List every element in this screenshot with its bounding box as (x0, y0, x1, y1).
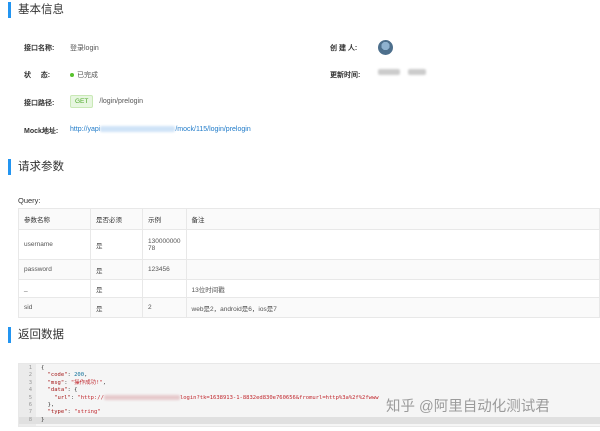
table-row: password 是 123456 (18, 259, 600, 280)
line-number: 2 (28, 372, 32, 379)
code-line: 8 } (19, 416, 600, 425)
code-line: 1 { (19, 365, 600, 372)
section-title-basic-info: 基本信息 (8, 2, 64, 18)
json-number: 200 (74, 372, 85, 379)
status-dot-icon (70, 73, 74, 78)
table-header-row: 参数名称 是否必须 示例 备注 (18, 208, 600, 230)
json-key: "url" (54, 394, 71, 401)
param-note: web是2，android是6，ios是7 (185, 297, 600, 318)
json-string: "http:// (77, 394, 104, 401)
line-number: 5 (28, 394, 32, 401)
blurred-time (407, 69, 426, 76)
code-text: } (41, 416, 45, 423)
code-line: 3 "msg": "操作成功!", (19, 380, 600, 387)
param-note (185, 229, 600, 260)
creator-label: 创 建 人: (330, 45, 358, 52)
code-text: "data": { (41, 387, 78, 394)
code-line: 2 "code": 200, (19, 372, 600, 379)
param-required: 是 (90, 279, 143, 298)
section-title-response-data: 返回数据 (8, 327, 64, 343)
example-line-1: 130000000 (148, 237, 181, 245)
path-text: /login/prelogin (99, 98, 143, 105)
header-note: 备注 (185, 208, 600, 230)
interface-name-value: 登录login (70, 45, 99, 52)
status-text: 已完成 (77, 72, 98, 79)
code-text: "msg": "操作成功!", (47, 379, 107, 386)
json-punct: }, (47, 402, 55, 408)
header-required: 是否必须 (90, 208, 143, 230)
line-number: 8 (28, 416, 32, 423)
json-string: login?tk=1638913-1-8832ed830e760656&from… (179, 394, 379, 401)
line-number: 4 (28, 387, 32, 394)
json-string: "string" (74, 409, 101, 416)
table-row: username 是 130000000 78 (18, 229, 600, 260)
param-required: 是 (90, 297, 143, 318)
line-number: 7 (28, 409, 32, 416)
param-example: 130000000 78 (142, 229, 187, 260)
status-label: 状 态: (24, 72, 51, 79)
param-required: 是 (90, 229, 143, 260)
updated-time-label: 更新时间: (330, 72, 361, 79)
blurred-host (100, 126, 176, 133)
json-key: "type" (47, 409, 68, 416)
json-key: "msg" (47, 379, 65, 386)
json-key: "code" (47, 372, 68, 379)
mock-url-suffix: /mock/115/login/prelogin (175, 126, 251, 133)
mock-url-label: Mock地址: (24, 128, 59, 135)
header-param-name: 参数名称 (18, 208, 91, 230)
query-params-table: 参数名称 是否必须 示例 备注 username 是 130000000 78 p… (18, 208, 600, 318)
param-name: _ (18, 279, 91, 298)
mock-url-prefix: http://yapi (70, 126, 101, 133)
zhihu-watermark: 知乎 @阿里自动化测试君 (386, 399, 550, 415)
param-name: password (18, 259, 91, 280)
param-example: 2 (142, 297, 187, 318)
interface-name-label: 接口名称: (24, 45, 55, 52)
line-number: 6 (28, 402, 32, 408)
method-badge: GET (70, 95, 94, 108)
interface-path-value: GET/login/prelogin (70, 95, 143, 108)
section-title-request-params: 请求参数 (8, 159, 64, 175)
json-punct: : { (67, 387, 78, 394)
line-number: 3 (28, 379, 32, 386)
header-example: 示例 (142, 208, 187, 230)
param-name: username (18, 229, 91, 260)
param-note: 13位时间戳 (185, 279, 600, 298)
query-label: Query: (18, 196, 41, 205)
table-row: sid 是 2 web是2，android是6，ios是7 (18, 297, 600, 318)
code-text: "code": 200, (47, 372, 88, 379)
blurred-date (378, 69, 400, 76)
interface-path-label: 接口路径: (24, 100, 55, 107)
param-example (142, 279, 187, 298)
json-string: "操作成功!" (70, 379, 103, 386)
creator-avatar[interactable] (378, 40, 393, 55)
code-text: "type": "string" (47, 409, 101, 416)
code-line: 4 "data": { (19, 387, 600, 394)
code-text: }, (41, 402, 55, 409)
status-value: 已完成 (70, 70, 98, 80)
code-text: { (41, 365, 45, 371)
line-number: 1 (28, 365, 32, 371)
param-name: sid (18, 297, 91, 318)
example-line-2: 78 (148, 244, 156, 252)
updated-time-value (378, 69, 426, 76)
code-text: "url": "http://login?tk=1638913-1-8832ed… (54, 394, 379, 401)
param-example: 123456 (142, 259, 187, 280)
mock-url-link[interactable]: http://yapi/mock/115/login/prelogin (70, 126, 251, 133)
blurred-url (103, 394, 180, 400)
json-key: "data" (47, 387, 68, 394)
param-required: 是 (90, 259, 143, 280)
table-row: _ 是 13位时间戳 (18, 279, 600, 298)
param-note (185, 259, 600, 280)
